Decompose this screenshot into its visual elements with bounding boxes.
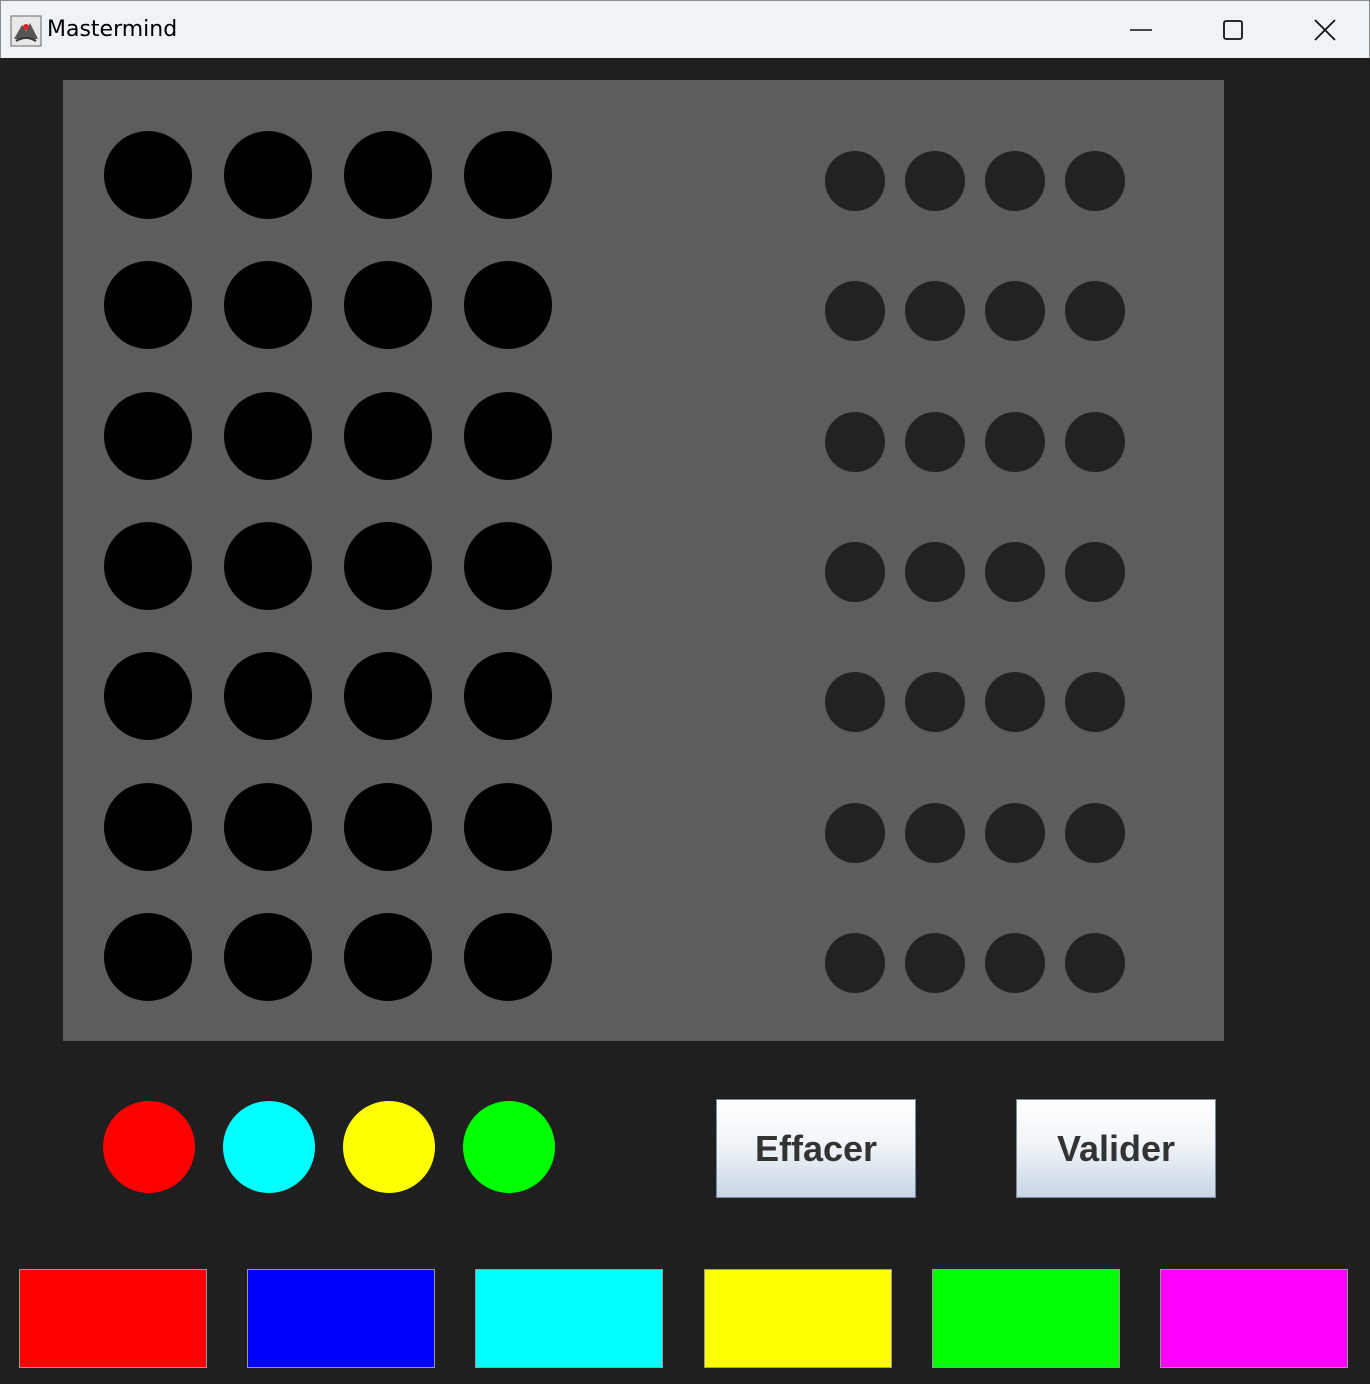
- current-guess-peg[interactable]: [343, 1101, 435, 1193]
- current-guess-peg[interactable]: [223, 1101, 315, 1193]
- title-bar: Mastermind: [0, 0, 1370, 58]
- guess-peg-slot: [224, 652, 312, 741]
- guess-peg-slot: [464, 261, 552, 350]
- guess-peg-slot: [464, 131, 552, 219]
- java-duke-icon: [10, 15, 42, 47]
- guess-peg-slot: [224, 912, 312, 1001]
- hint-peg-slot: [985, 281, 1045, 342]
- hint-peg-slot: [905, 802, 965, 863]
- guess-peg-slot: [224, 391, 312, 480]
- hint-peg-slot: [985, 932, 1045, 993]
- palette-color-button[interactable]: [931, 1269, 1120, 1368]
- hint-peg-slot: [905, 411, 965, 472]
- guess-peg-slot: [464, 782, 552, 871]
- hint-peg-slot: [985, 802, 1045, 863]
- hint-peg-slot: [985, 411, 1045, 472]
- hint-peg-slot: [1065, 151, 1125, 211]
- palette-color-button[interactable]: [703, 1269, 892, 1368]
- window-title: Mastermind: [47, 17, 178, 42]
- guess-peg-slot: [344, 782, 432, 871]
- guess-peg-slot: [104, 912, 192, 1001]
- hint-peg-slot: [825, 932, 885, 993]
- hint-peg-slot: [1065, 281, 1125, 342]
- hint-peg-slot: [1065, 541, 1125, 602]
- guess-peg-slot: [344, 261, 432, 350]
- hint-peg-slot: [825, 802, 885, 863]
- guess-peg-slot: [104, 782, 192, 871]
- maximize-button[interactable]: [1187, 1, 1279, 59]
- guess-peg-slot: [464, 912, 552, 1001]
- guess-peg-slot: [344, 521, 432, 610]
- palette-color-button[interactable]: [19, 1269, 207, 1368]
- guess-peg-slot: [224, 261, 312, 350]
- hint-peg-slot: [905, 932, 965, 993]
- palette-color-button[interactable]: [247, 1269, 436, 1368]
- hint-peg-slot: [825, 672, 885, 733]
- guess-peg-slot: [464, 652, 552, 741]
- guess-peg-slot: [344, 912, 432, 1001]
- hint-peg-slot: [825, 541, 885, 602]
- hint-peg-slot: [1065, 411, 1125, 472]
- hint-peg-slot: [985, 672, 1045, 733]
- hint-peg-slot: [1065, 672, 1125, 733]
- hint-peg-slot: [905, 672, 965, 733]
- guess-peg-slot: [104, 391, 192, 480]
- hint-peg-slot: [985, 151, 1045, 211]
- clear-button[interactable]: Effacer: [716, 1099, 916, 1198]
- current-guess-peg[interactable]: [463, 1101, 555, 1193]
- current-guess-peg[interactable]: [103, 1101, 195, 1193]
- close-button[interactable]: [1279, 1, 1370, 59]
- close-icon: [1314, 19, 1336, 41]
- hint-peg-slot: [985, 541, 1045, 602]
- maximize-icon: [1223, 20, 1243, 40]
- guess-peg-slot: [344, 391, 432, 480]
- hint-peg-slot: [1065, 802, 1125, 863]
- guess-peg-slot: [104, 261, 192, 350]
- validate-button[interactable]: Valider: [1016, 1099, 1216, 1198]
- guess-peg-slot: [224, 131, 312, 219]
- hint-peg-slot: [905, 541, 965, 602]
- palette-color-button[interactable]: [475, 1269, 664, 1368]
- game-board: [63, 80, 1224, 1041]
- minimize-icon: [1130, 29, 1152, 31]
- guess-peg-slot: [224, 521, 312, 610]
- hint-peg-slot: [1065, 932, 1125, 993]
- guess-peg-slot: [344, 131, 432, 219]
- hint-peg-slot: [905, 151, 965, 211]
- guess-peg-slot: [104, 131, 192, 219]
- hint-peg-slot: [825, 281, 885, 342]
- hint-peg-slot: [825, 411, 885, 472]
- palette-color-button[interactable]: [1160, 1269, 1348, 1368]
- hint-peg-slot: [825, 151, 885, 211]
- guess-peg-slot: [464, 521, 552, 610]
- hint-peg-slot: [905, 281, 965, 342]
- guess-peg-slot: [104, 521, 192, 610]
- guess-peg-slot: [104, 652, 192, 741]
- minimize-button[interactable]: [1095, 1, 1187, 59]
- guess-peg-slot: [464, 391, 552, 480]
- guess-peg-slot: [224, 782, 312, 871]
- guess-peg-slot: [344, 652, 432, 741]
